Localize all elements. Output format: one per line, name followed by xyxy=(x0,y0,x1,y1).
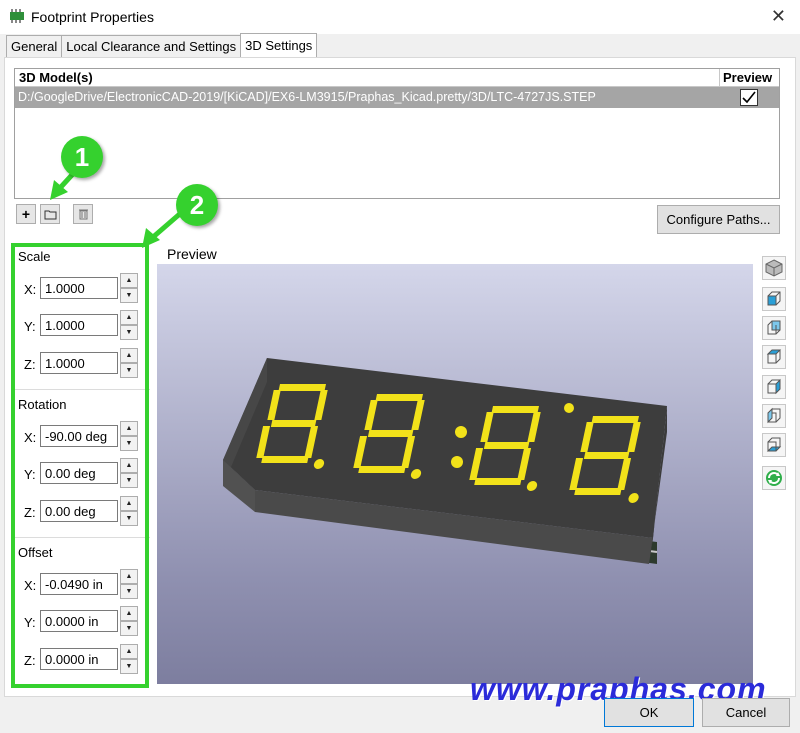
add-model-button[interactable]: + xyxy=(16,204,36,224)
column-header-preview: Preview xyxy=(720,69,779,87)
tab-local-clearance[interactable]: Local Clearance and Settings xyxy=(61,35,242,57)
title-bar: Footprint Properties ✕ xyxy=(0,0,800,34)
close-icon[interactable]: ✕ xyxy=(771,6,786,27)
configure-paths-button[interactable]: Configure Paths... xyxy=(657,205,780,234)
view-back-icon[interactable] xyxy=(762,316,786,340)
tab-bar: General Local Clearance and Settings 3D … xyxy=(6,33,318,57)
model-path: D:/GoogleDrive/ElectronicCAD-2019/[KiCAD… xyxy=(18,90,596,104)
tab-3d-settings[interactable]: 3D Settings xyxy=(240,33,318,57)
3d-preview-viewport[interactable] xyxy=(157,264,753,684)
highlight-box xyxy=(11,243,149,688)
view-front-icon[interactable] xyxy=(762,287,786,311)
footprint-app-icon xyxy=(10,9,24,23)
seven-segment-display-model xyxy=(223,358,667,564)
callout-badge-1: 1 xyxy=(61,136,103,178)
plus-icon: + xyxy=(21,206,31,222)
tab-general[interactable]: General xyxy=(6,35,63,57)
view-iso-icon[interactable] xyxy=(762,256,786,280)
folder-icon xyxy=(44,210,56,219)
view-bottom-icon[interactable] xyxy=(762,433,786,457)
preview-checkbox[interactable] xyxy=(740,89,758,106)
cancel-button[interactable]: Cancel xyxy=(702,698,790,727)
reload-icon[interactable] xyxy=(762,466,786,490)
column-header-model: 3D Model(s) xyxy=(15,69,720,87)
view-right-icon[interactable] xyxy=(762,404,786,428)
window-title: Footprint Properties xyxy=(31,9,154,25)
table-row[interactable]: D:/GoogleDrive/ElectronicCAD-2019/[KiCAD… xyxy=(15,87,779,108)
ok-button[interactable]: OK xyxy=(604,698,694,727)
callout-badge-2: 2 xyxy=(176,184,218,226)
model-table[interactable]: 3D Model(s) Preview D:/GoogleDrive/Elect… xyxy=(14,68,780,199)
view-left-icon[interactable] xyxy=(762,375,786,399)
view-top-icon[interactable] xyxy=(762,345,786,369)
checkmark-icon xyxy=(742,91,756,104)
